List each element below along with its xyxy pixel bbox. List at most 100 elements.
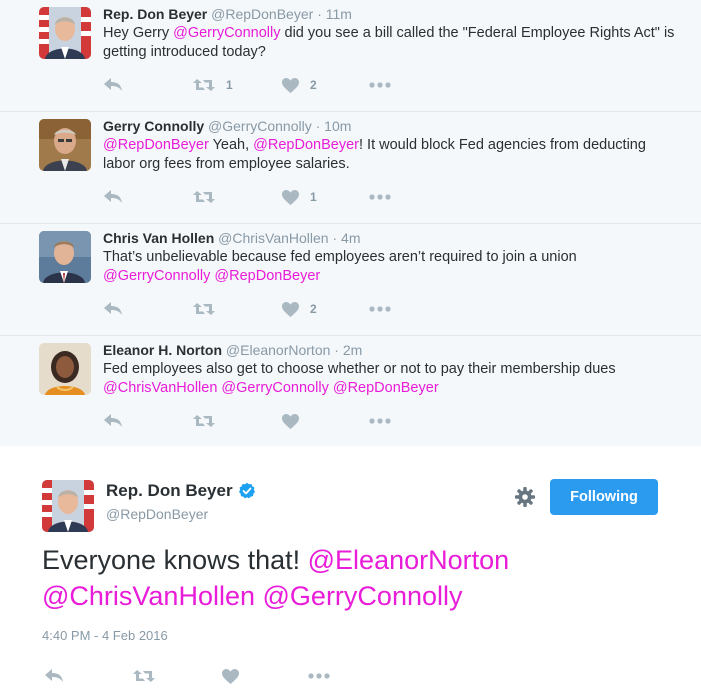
avatar[interactable] bbox=[39, 343, 91, 395]
tweet-text: @RepDonBeyer Yeah, @RepDonBeyer! It woul… bbox=[103, 136, 681, 174]
author-name[interactable]: Rep. Don Beyer bbox=[106, 481, 233, 501]
gear-icon bbox=[515, 487, 535, 507]
reply-button[interactable] bbox=[103, 187, 123, 207]
reply-icon bbox=[44, 668, 64, 684]
reply-icon bbox=[103, 301, 123, 317]
tweet-text: Fed employees also get to choose whether… bbox=[103, 360, 681, 398]
text-segment: Hey Gerry bbox=[103, 25, 174, 41]
retweet-button[interactable] bbox=[192, 299, 226, 319]
reply-tweet[interactable]: Gerry Connolly @GerryConnolly · 10m @Rep… bbox=[0, 112, 701, 224]
avatar[interactable] bbox=[39, 231, 91, 283]
retweet-icon bbox=[132, 668, 156, 684]
retweet-button[interactable] bbox=[132, 666, 156, 686]
text-segment: Yeah, bbox=[208, 137, 254, 153]
more-button[interactable] bbox=[369, 299, 391, 319]
tweet-content: Eleanor H. Norton @EleanorNorton · 2m Fe… bbox=[103, 341, 681, 398]
reply-button[interactable] bbox=[44, 666, 64, 686]
more-button[interactable] bbox=[308, 666, 330, 686]
avatar[interactable] bbox=[42, 480, 94, 532]
main-tweet: Rep. Don Beyer @RepDonBeyer Following Ev… bbox=[0, 446, 701, 698]
retweet-icon bbox=[192, 413, 216, 429]
tweet-content: Rep. Don Beyer @RepDonBeyer · 11m Hey Ge… bbox=[103, 5, 681, 62]
more-dots-icon bbox=[369, 306, 391, 312]
author-handle[interactable]: @RepDonBeyer bbox=[106, 506, 208, 522]
author-name[interactable]: Gerry Connolly bbox=[103, 118, 204, 134]
text-segment: That’s unbelievable because fed employee… bbox=[103, 249, 577, 265]
tweet-text: That’s unbelievable because fed employee… bbox=[103, 248, 681, 286]
following-button[interactable]: Following bbox=[550, 479, 658, 515]
author-name[interactable]: Rep. Don Beyer bbox=[103, 6, 207, 22]
text-segment: Fed employees also get to choose whether… bbox=[103, 361, 616, 377]
tweet-actions bbox=[42, 666, 362, 686]
more-button[interactable] bbox=[369, 75, 391, 95]
retweet-button[interactable]: 1 bbox=[192, 75, 233, 95]
like-count: 2 bbox=[310, 78, 317, 92]
mention-link[interactable]: @RepDonBeyer bbox=[333, 380, 439, 396]
conversation-thread: Rep. Don Beyer @RepDonBeyer · 11m Hey Ge… bbox=[0, 0, 701, 446]
mention-link[interactable]: @GerryConnolly bbox=[173, 25, 280, 41]
retweet-icon bbox=[192, 189, 216, 205]
retweet-icon bbox=[192, 77, 216, 93]
reply-tweet[interactable]: Eleanor H. Norton @EleanorNorton · 2m Fe… bbox=[0, 336, 701, 446]
mention-link[interactable]: @GerryConnolly bbox=[103, 268, 210, 284]
mention-link[interactable]: @GerryConnolly bbox=[221, 380, 328, 396]
more-dots-icon bbox=[369, 418, 391, 424]
mention-link[interactable]: @GerryConnolly bbox=[263, 581, 463, 611]
heart-icon bbox=[281, 301, 300, 318]
more-button[interactable] bbox=[369, 187, 391, 207]
like-button[interactable]: 2 bbox=[281, 299, 317, 319]
author-handle[interactable]: @GerryConnolly bbox=[208, 118, 312, 134]
mention-link[interactable]: @RepDonBeyer bbox=[253, 137, 359, 153]
tweet-timestamp[interactable]: 4:40 PM - 4 Feb 2016 bbox=[42, 628, 168, 643]
reply-tweet[interactable]: Rep. Don Beyer @RepDonBeyer · 11m Hey Ge… bbox=[0, 0, 701, 112]
reply-tweet[interactable]: Chris Van Hollen @ChrisVanHollen · 4m Th… bbox=[0, 224, 701, 336]
like-button[interactable] bbox=[281, 411, 300, 431]
mention-link[interactable]: @ChrisVanHollen bbox=[103, 380, 217, 396]
tweet-actions bbox=[103, 411, 403, 431]
tweet-text: Everyone knows that! @EleanorNorton @Chr… bbox=[42, 542, 642, 614]
like-button[interactable] bbox=[221, 666, 240, 686]
avatar[interactable] bbox=[39, 119, 91, 171]
tweet-header: Chris Van Hollen @ChrisVanHollen · 4m bbox=[103, 229, 681, 248]
tweet-header: Gerry Connolly @GerryConnolly · 10m bbox=[103, 117, 681, 136]
tweet-time[interactable]: · 4m bbox=[332, 230, 360, 246]
reply-icon bbox=[103, 413, 123, 429]
retweet-button[interactable] bbox=[192, 187, 226, 207]
tweet-actions: 2 bbox=[103, 299, 403, 319]
tweet-actions: 1 bbox=[103, 187, 403, 207]
author-name[interactable]: Eleanor H. Norton bbox=[103, 342, 222, 358]
author-handle[interactable]: @RepDonBeyer bbox=[211, 6, 313, 22]
settings-button[interactable] bbox=[514, 486, 536, 508]
tweet-time[interactable]: · 11m bbox=[317, 6, 352, 22]
reply-icon bbox=[103, 189, 123, 205]
author-handle[interactable]: @EleanorNorton bbox=[226, 342, 331, 358]
mention-link[interactable]: @RepDonBeyer bbox=[214, 268, 320, 284]
author-name-row[interactable]: Rep. Don Beyer bbox=[106, 481, 256, 501]
mention-link[interactable]: @EleanorNorton bbox=[308, 545, 510, 575]
like-button[interactable]: 1 bbox=[281, 187, 317, 207]
tweet-time[interactable]: · 10m bbox=[316, 118, 352, 134]
author-name[interactable]: Chris Van Hollen bbox=[103, 230, 214, 246]
more-dots-icon bbox=[308, 673, 330, 679]
reply-button[interactable] bbox=[103, 75, 123, 95]
mention-link[interactable]: @ChrisVanHollen bbox=[42, 581, 255, 611]
heart-icon bbox=[281, 77, 300, 94]
tweet-text: Hey Gerry @GerryConnolly did you see a b… bbox=[103, 24, 681, 62]
mention-link[interactable]: @RepDonBeyer bbox=[103, 137, 209, 153]
tweet-actions: 1 2 bbox=[103, 75, 403, 95]
reply-button[interactable] bbox=[103, 411, 123, 431]
reply-button[interactable] bbox=[103, 299, 123, 319]
more-button[interactable] bbox=[369, 411, 391, 431]
text-segment bbox=[255, 581, 263, 611]
tweet-content: Chris Van Hollen @ChrisVanHollen · 4m Th… bbox=[103, 229, 681, 286]
tweet-time[interactable]: · 2m bbox=[334, 342, 362, 358]
like-count: 1 bbox=[310, 190, 317, 204]
like-button[interactable]: 2 bbox=[281, 75, 317, 95]
tweet-content: Gerry Connolly @GerryConnolly · 10m @Rep… bbox=[103, 117, 681, 174]
more-dots-icon bbox=[369, 82, 391, 88]
heart-icon bbox=[221, 668, 240, 685]
retweet-button[interactable] bbox=[192, 411, 216, 431]
author-handle[interactable]: @ChrisVanHollen bbox=[218, 230, 328, 246]
avatar[interactable] bbox=[39, 7, 91, 59]
tweet-header: Rep. Don Beyer @RepDonBeyer · 11m bbox=[103, 5, 681, 24]
